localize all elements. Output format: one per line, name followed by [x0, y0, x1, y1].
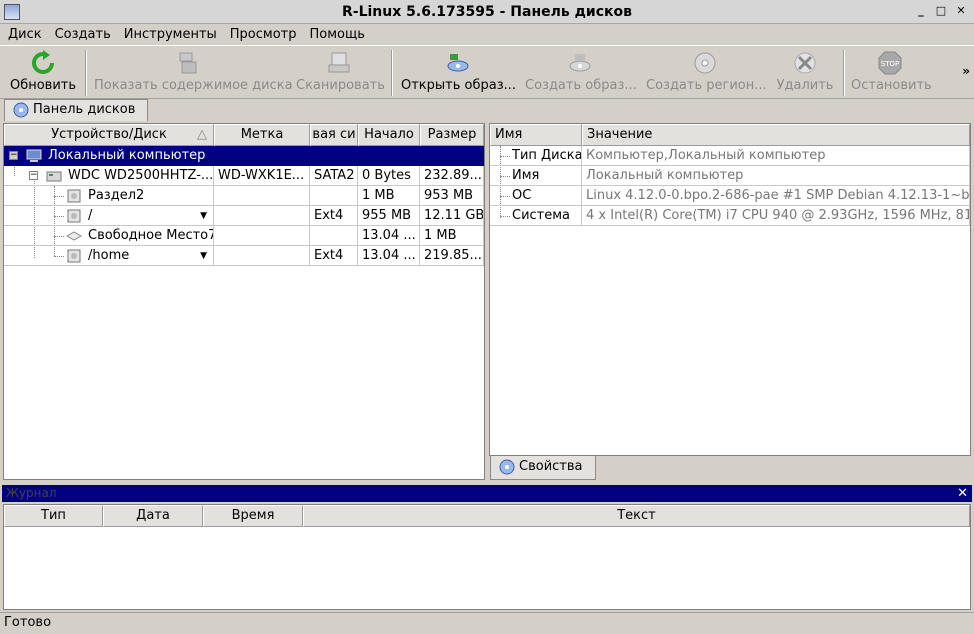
menu-disk[interactable]: Диск [8, 27, 42, 42]
device-cell: Раздел2 [4, 186, 214, 206]
tab-disk-panel[interactable]: Панель дисков [4, 99, 149, 121]
partition-icon [67, 209, 81, 223]
collapse-icon[interactable]: − [29, 171, 38, 180]
col-label[interactable]: Метка [214, 124, 310, 146]
disc-region-icon [694, 52, 716, 74]
dropdown-arrow-icon[interactable]: ▼ [200, 246, 207, 265]
window-title: R-Linux 5.6.173595 - Панель дисков [342, 3, 632, 20]
disk-panel-icon [13, 102, 29, 118]
computer-icon [26, 149, 42, 162]
open-image-button[interactable]: Открыть образ... [401, 48, 516, 98]
create-region-button[interactable]: Создать регион... [646, 48, 767, 98]
create-image-button[interactable]: Создать образ... [525, 48, 637, 98]
col-start[interactable]: Начало [358, 124, 420, 146]
disk-tree-table: Устройство/Диск △ Метка вая си Начало Ра… [3, 123, 485, 480]
close-button[interactable]: ✕ [954, 4, 968, 18]
folder-contents-icon [179, 52, 197, 74]
col-time[interactable]: Время [203, 505, 303, 527]
delete-icon [794, 52, 816, 74]
device-cell: / ▼ [4, 206, 214, 226]
scan-icon [328, 52, 350, 73]
scan-button[interactable]: Сканировать [296, 48, 385, 98]
col-device[interactable]: Устройство/Диск △ [4, 124, 214, 146]
status-bar: Готово [0, 612, 974, 634]
refresh-button[interactable]: Обновить [8, 48, 78, 98]
free-space-icon [66, 231, 82, 241]
collapse-icon[interactable]: − [9, 151, 18, 160]
app-icon [4, 4, 20, 20]
stop-icon: STOP [878, 51, 902, 75]
menu-bar: Диск Создать Инструменты Просмотр Помощь [0, 24, 974, 45]
journal-close-icon[interactable]: ✕ [957, 485, 968, 502]
properties-icon [499, 459, 515, 475]
menu-tools[interactable]: Инструменты [124, 27, 217, 42]
menu-help[interactable]: Помощь [310, 27, 365, 42]
refresh-icon [32, 50, 54, 74]
journal-title: Журнал ✕ [2, 485, 972, 502]
show-contents-button[interactable]: Показать содержимое диска [94, 48, 293, 98]
journal-table: Тип Дата Время Текст [3, 504, 971, 610]
device-cell: /home ▼ [4, 246, 214, 266]
main-tabbar: Панель дисков [0, 99, 974, 121]
col-text[interactable]: Текст [303, 505, 970, 527]
device-cell: Свободное Место7 [4, 226, 214, 246]
stop-button[interactable]: STOP Остановить [851, 48, 932, 98]
minimize-button[interactable]: _ [914, 4, 928, 18]
tab-properties[interactable]: Свойства [490, 456, 596, 480]
sort-ascending-icon: △ [197, 127, 207, 142]
toolbar: Обновить Показать содержимое диска Скани… [0, 45, 974, 99]
toolbar-overflow-button[interactable]: » [962, 64, 970, 78]
open-image-icon [447, 54, 469, 72]
properties-table: Имя Значение Тип Диска Компьютер,Локальн… [489, 123, 971, 456]
col-date[interactable]: Дата [103, 505, 203, 527]
svg-text:STOP: STOP [881, 60, 899, 68]
hard-disk-icon [46, 171, 62, 182]
journal-panel: Журнал ✕ Тип Дата Время Текст [0, 485, 974, 612]
col-size[interactable]: Размер [420, 124, 484, 146]
create-image-icon [569, 54, 591, 72]
title-bar: R-Linux 5.6.173595 - Панель дисков _ □ ✕ [0, 0, 974, 24]
partition-icon [67, 249, 81, 263]
menu-create[interactable]: Создать [55, 27, 111, 42]
col-name[interactable]: Имя [490, 124, 582, 146]
col-type[interactable]: Тип [4, 505, 103, 527]
delete-button[interactable]: Удалить [775, 48, 835, 98]
col-value[interactable]: Значение [582, 124, 970, 146]
col-fs[interactable]: вая си [310, 124, 358, 146]
partition-icon [67, 189, 81, 203]
maximize-button[interactable]: □ [934, 4, 948, 18]
dropdown-arrow-icon[interactable]: ▼ [200, 206, 207, 225]
menu-view[interactable]: Просмотр [230, 27, 297, 42]
